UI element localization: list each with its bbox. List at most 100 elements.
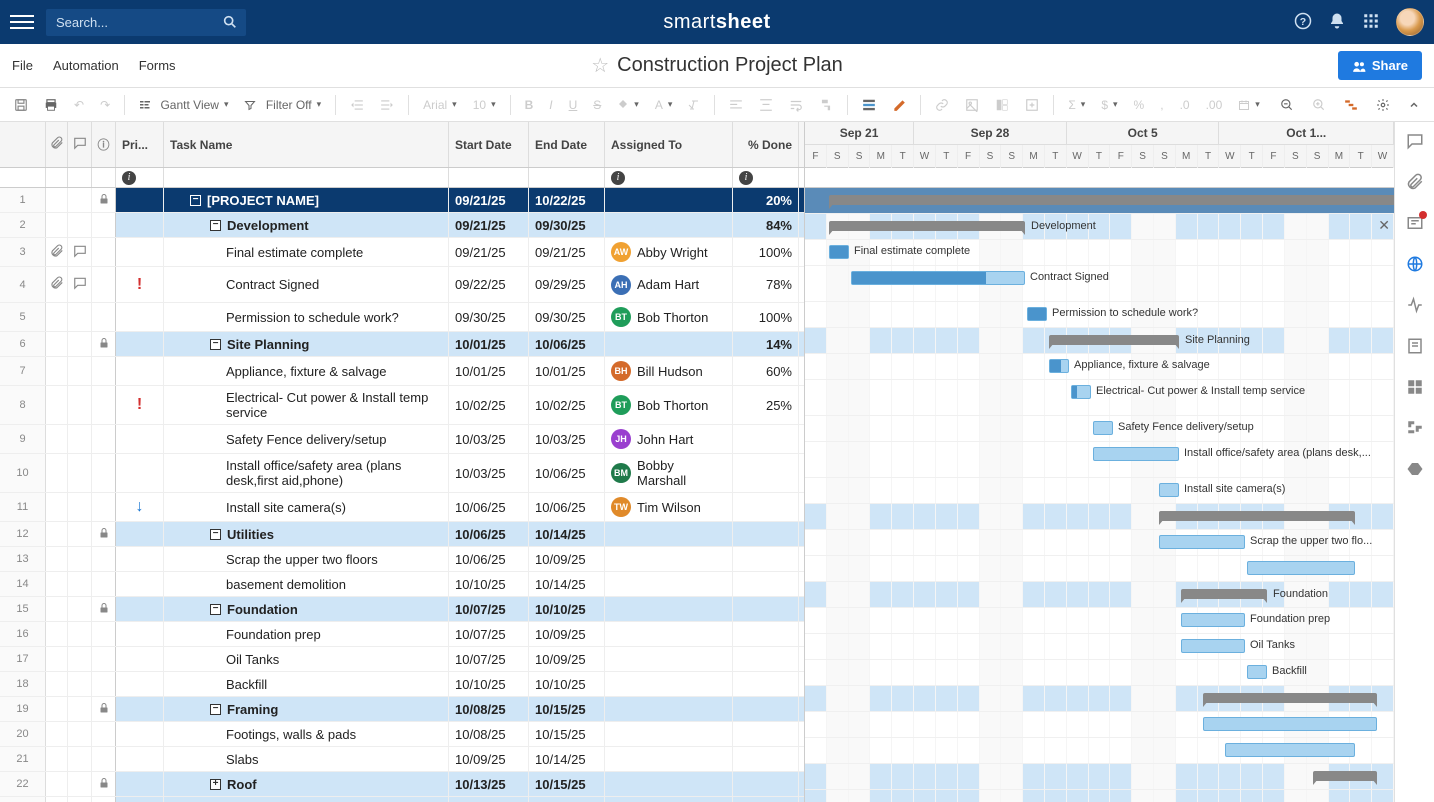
lock-cell[interactable] [92, 797, 116, 802]
comment-cell[interactable] [68, 386, 92, 424]
comment-cell[interactable] [68, 267, 92, 302]
pct-done-cell[interactable] [733, 425, 799, 453]
row-number-cell[interactable]: 16 [0, 622, 46, 646]
attachment-cell[interactable] [46, 597, 68, 621]
strikethrough-icon[interactable]: S [587, 95, 607, 115]
gantt-bar[interactable] [1225, 743, 1355, 757]
gantt-bar[interactable]: Permission to schedule work? [1027, 307, 1047, 321]
search-icon[interactable] [222, 14, 238, 33]
row-number-cell[interactable]: 8 [0, 386, 46, 424]
assigned-to-cell[interactable] [605, 622, 733, 646]
lock-cell[interactable] [92, 747, 116, 771]
assigned-to-cell[interactable]: JHJohn Hart [605, 425, 733, 453]
percent-icon[interactable]: % [1128, 95, 1151, 115]
grid-row[interactable]: 4 ! Contract Signed 09/22/25 09/29/25 AH… [0, 267, 804, 303]
gantt-row[interactable] [805, 790, 1394, 802]
comment-cell[interactable] [68, 622, 92, 646]
comment-cell[interactable] [68, 303, 92, 331]
priority-cell[interactable] [116, 597, 164, 621]
end-date-cell[interactable]: 10/15/25 [529, 697, 605, 721]
comments-column-header[interactable] [68, 122, 92, 167]
end-date-cell[interactable]: 10/15/25 [529, 722, 605, 746]
lock-cell[interactable] [92, 597, 116, 621]
expand-icon[interactable]: + [210, 779, 221, 790]
start-date-column-header[interactable]: Start Date [449, 122, 529, 167]
gantt-bar[interactable] [829, 195, 1394, 205]
start-date-cell[interactable]: 10/02/25 [449, 386, 529, 424]
date-format-icon[interactable] [1232, 96, 1266, 114]
task-name-cell[interactable]: −Framing [164, 697, 449, 721]
share-button[interactable]: Share [1338, 51, 1422, 80]
start-date-cell[interactable]: 10/08/25 [449, 722, 529, 746]
grid-row[interactable]: 2 −Development 09/21/25 09/30/25 84% [0, 213, 804, 238]
lock-cell[interactable] [92, 425, 116, 453]
grid-row[interactable]: 20 Footings, walls & pads 10/08/25 10/15… [0, 722, 804, 747]
start-date-cell[interactable]: 10/10/25 [449, 672, 529, 696]
assigned-to-cell[interactable]: AWAbby Wright [605, 238, 733, 266]
clear-format-icon[interactable] [682, 96, 706, 114]
gantt-row[interactable]: Contract Signed [805, 266, 1394, 302]
assigned-to-cell[interactable]: BMBobby Marshall [605, 454, 733, 492]
attachment-cell[interactable] [46, 332, 68, 356]
start-date-cell[interactable]: 10/10/25 [449, 572, 529, 596]
attachment-cell[interactable] [46, 772, 68, 796]
row-number-cell[interactable]: 6 [0, 332, 46, 356]
attachment-cell[interactable] [46, 697, 68, 721]
priority-cell[interactable] [116, 797, 164, 802]
lock-cell[interactable] [92, 622, 116, 646]
gantt-row[interactable] [805, 738, 1394, 764]
priority-cell[interactable] [116, 722, 164, 746]
start-date-cell[interactable]: 10/06/25 [449, 547, 529, 571]
row-number-cell[interactable]: 22 [0, 772, 46, 796]
assigned-to-cell[interactable] [605, 213, 733, 237]
priority-cell[interactable] [116, 454, 164, 492]
priority-cell[interactable] [116, 572, 164, 596]
attachments-panel-icon[interactable] [1406, 173, 1424, 196]
settings-gear-icon[interactable] [1370, 95, 1396, 115]
gantt-row[interactable]: Site Planning [805, 328, 1394, 354]
bold-icon[interactable]: B [519, 95, 540, 115]
gantt-row[interactable]: Oil Tanks [805, 634, 1394, 660]
gantt-row[interactable]: Install office/safety area (plans desk,.… [805, 442, 1394, 478]
info-icon[interactable]: i [122, 171, 136, 185]
task-name-cell[interactable]: Slabs [164, 747, 449, 771]
row-number-cell[interactable]: 11 [0, 493, 46, 521]
filter-selector[interactable]: Filter Off [238, 95, 327, 115]
attachment-cell[interactable] [46, 425, 68, 453]
end-date-cell[interactable]: 10/03/25 [529, 425, 605, 453]
gantt-row[interactable]: Development [805, 214, 1394, 240]
row-action-column-header[interactable]: ⓘ [92, 122, 116, 167]
end-date-cell[interactable]: 09/30/25 [529, 303, 605, 331]
zoom-out-icon[interactable] [1274, 95, 1300, 115]
start-date-cell[interactable]: 10/07/25 [449, 647, 529, 671]
comment-cell[interactable] [68, 238, 92, 266]
start-date-cell[interactable]: 09/21/25 [449, 213, 529, 237]
gantt-row[interactable]: Install site camera(s) [805, 478, 1394, 504]
task-name-cell[interactable]: Permission to schedule work? [164, 303, 449, 331]
grid-row[interactable]: 6 −Site Planning 10/01/25 10/06/25 14% [0, 332, 804, 357]
conversations-icon[interactable] [1406, 132, 1424, 155]
lock-cell[interactable] [92, 267, 116, 302]
row-number-header[interactable] [0, 122, 46, 167]
gantt-bar[interactable]: Foundation [1181, 589, 1267, 599]
font-size-selector[interactable]: 10 [467, 95, 502, 115]
gantt-row[interactable]: Electrical- Cut power & Install temp ser… [805, 380, 1394, 416]
gantt-bar[interactable] [1159, 511, 1355, 521]
gantt-bar[interactable]: Appliance, fixture & salvage [1049, 359, 1069, 373]
gantt-bar[interactable]: Development [829, 221, 1025, 231]
assigned-to-cell[interactable]: BTBob Thorton [605, 303, 733, 331]
critical-path-icon[interactable] [1338, 95, 1364, 115]
gantt-row[interactable]: Permission to schedule work? [805, 302, 1394, 328]
pct-done-cell[interactable] [733, 454, 799, 492]
lock-cell[interactable] [92, 213, 116, 237]
attachment-cell[interactable] [46, 572, 68, 596]
align-left-icon[interactable] [723, 95, 749, 115]
row-number-cell[interactable]: 12 [0, 522, 46, 546]
gantt-bar[interactable]: Scrap the upper two flo... [1159, 535, 1245, 549]
publish-icon[interactable] [1406, 255, 1424, 278]
grid-row[interactable]: 5 Permission to schedule work? 09/30/25 … [0, 303, 804, 332]
task-name-cell[interactable]: Foundation prep [164, 622, 449, 646]
task-name-cell[interactable]: Footings, walls & pads [164, 722, 449, 746]
comment-cell[interactable] [68, 597, 92, 621]
gantt-row[interactable] [805, 556, 1394, 582]
